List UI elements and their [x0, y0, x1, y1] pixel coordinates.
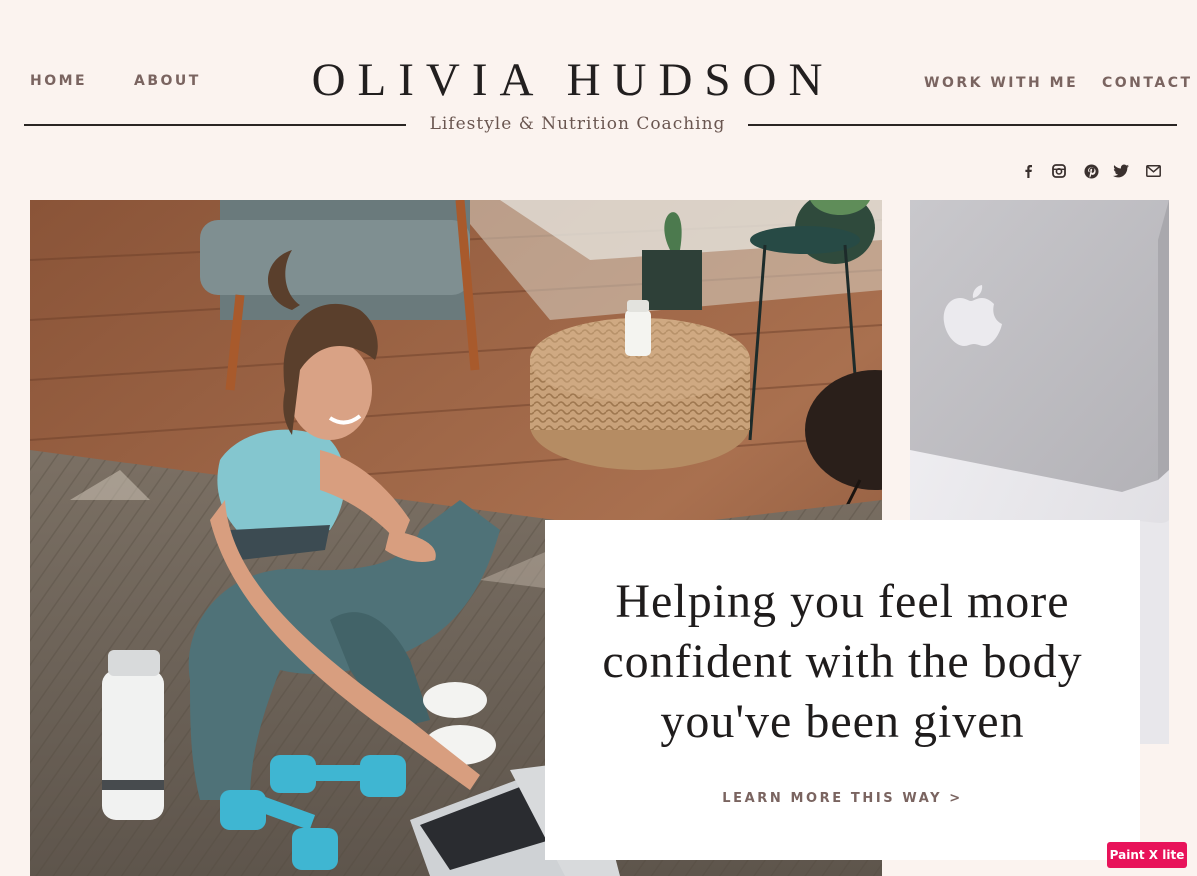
header-rule-left: [24, 124, 406, 126]
nav-contact[interactable]: CONTACT: [1102, 74, 1193, 92]
facebook-icon[interactable]: [1017, 160, 1039, 182]
email-icon[interactable]: [1142, 160, 1164, 182]
brand-tagline: Lifestyle & Nutrition Coaching: [429, 114, 726, 134]
twitter-icon[interactable]: [1110, 160, 1132, 182]
pinterest-icon[interactable]: [1080, 160, 1102, 182]
learn-more-link[interactable]: LEARN MORE THIS WAY >: [545, 790, 1140, 808]
nav-work-with-me[interactable]: WORK WITH ME: [924, 74, 1078, 92]
nav-about[interactable]: ABOUT: [134, 72, 201, 90]
brand-name[interactable]: OLIVIA HUDSON: [268, 50, 878, 110]
nav-home[interactable]: HOME: [30, 72, 87, 90]
paint-x-lite-badge[interactable]: Paint X lite: [1107, 842, 1187, 868]
hero-card: Helping you feel more confident with the…: [545, 520, 1140, 860]
instagram-icon[interactable]: [1048, 160, 1070, 182]
hero-headline: Helping you feel more confident with the…: [602, 575, 1083, 748]
header-rule-right: [748, 124, 1177, 126]
